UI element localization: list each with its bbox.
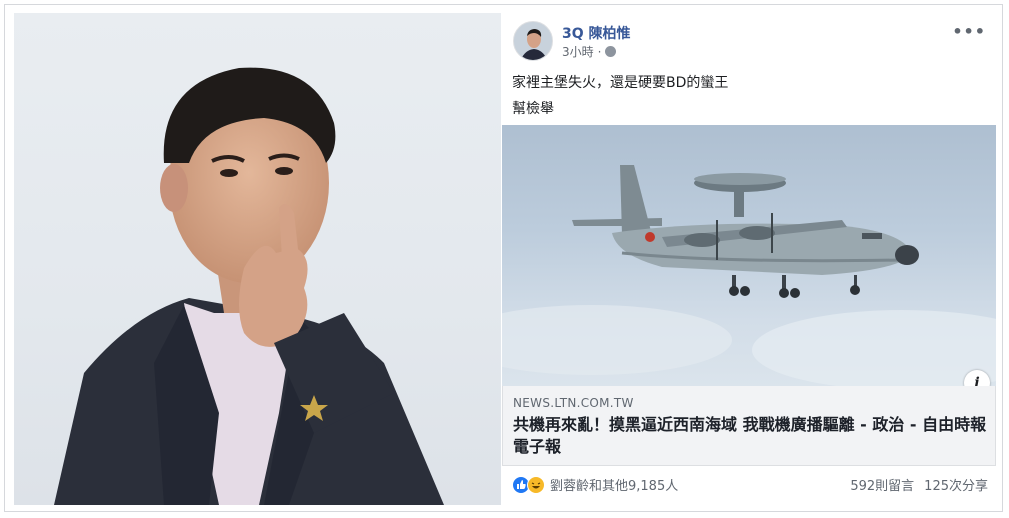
avatar-image — [514, 22, 552, 60]
post-text-line2: 幫檢舉 — [512, 101, 554, 117]
author-name-link[interactable]: 3Q 陳柏惟 — [562, 23, 631, 43]
link-preview-card[interactable]: i NEWS.LTN.COM.TW 共機再來亂！摸黑逼近西南海域 我戰機廣播驅離… — [502, 125, 996, 466]
link-preview-image[interactable] — [502, 125, 996, 386]
link-headline[interactable]: 共機再來亂！摸黑逼近西南海域 我戰機廣播驅離 - 政治 - 自由時報電子報 — [513, 414, 987, 458]
post-time-link[interactable]: 3小時 — [562, 43, 594, 60]
portrait-illustration — [54, 67, 444, 505]
shares-count[interactable]: 125次分享 — [924, 475, 988, 494]
portrait-photo — [14, 13, 501, 505]
facebook-post: 3Q 陳柏惟 3小時 · ••• 家裡主堡失火，還是硬要BD的蠻王 幫檢舉 i … — [502, 12, 996, 506]
post-meta: 3小時 · — [562, 43, 617, 60]
post-text-line1: 家裡主堡失火，還是硬要BD的蠻王 — [512, 75, 729, 91]
engagement-stats: 592則留言 125次分享 — [850, 475, 988, 494]
reactions-count[interactable]: 劉蓉齡和其他9,185人 — [550, 475, 678, 494]
globe-icon[interactable] — [605, 46, 617, 57]
link-preview-meta[interactable]: NEWS.LTN.COM.TW 共機再來亂！摸黑逼近西南海域 我戰機廣播驅離 -… — [502, 386, 996, 466]
aircraft-illustration — [502, 165, 996, 386]
haha-reaction-icon — [527, 475, 545, 494]
reaction-summary[interactable]: 劉蓉齡和其他9,185人 — [512, 475, 678, 494]
comments-count[interactable]: 592則留言 — [850, 475, 914, 494]
post-footer: 劉蓉齡和其他9,185人 592則留言 125次分享 — [512, 475, 988, 495]
more-options-icon[interactable]: ••• — [952, 22, 986, 41]
author-avatar[interactable] — [513, 21, 553, 61]
dot-separator: · — [597, 44, 602, 59]
link-domain: NEWS.LTN.COM.TW — [513, 396, 634, 410]
